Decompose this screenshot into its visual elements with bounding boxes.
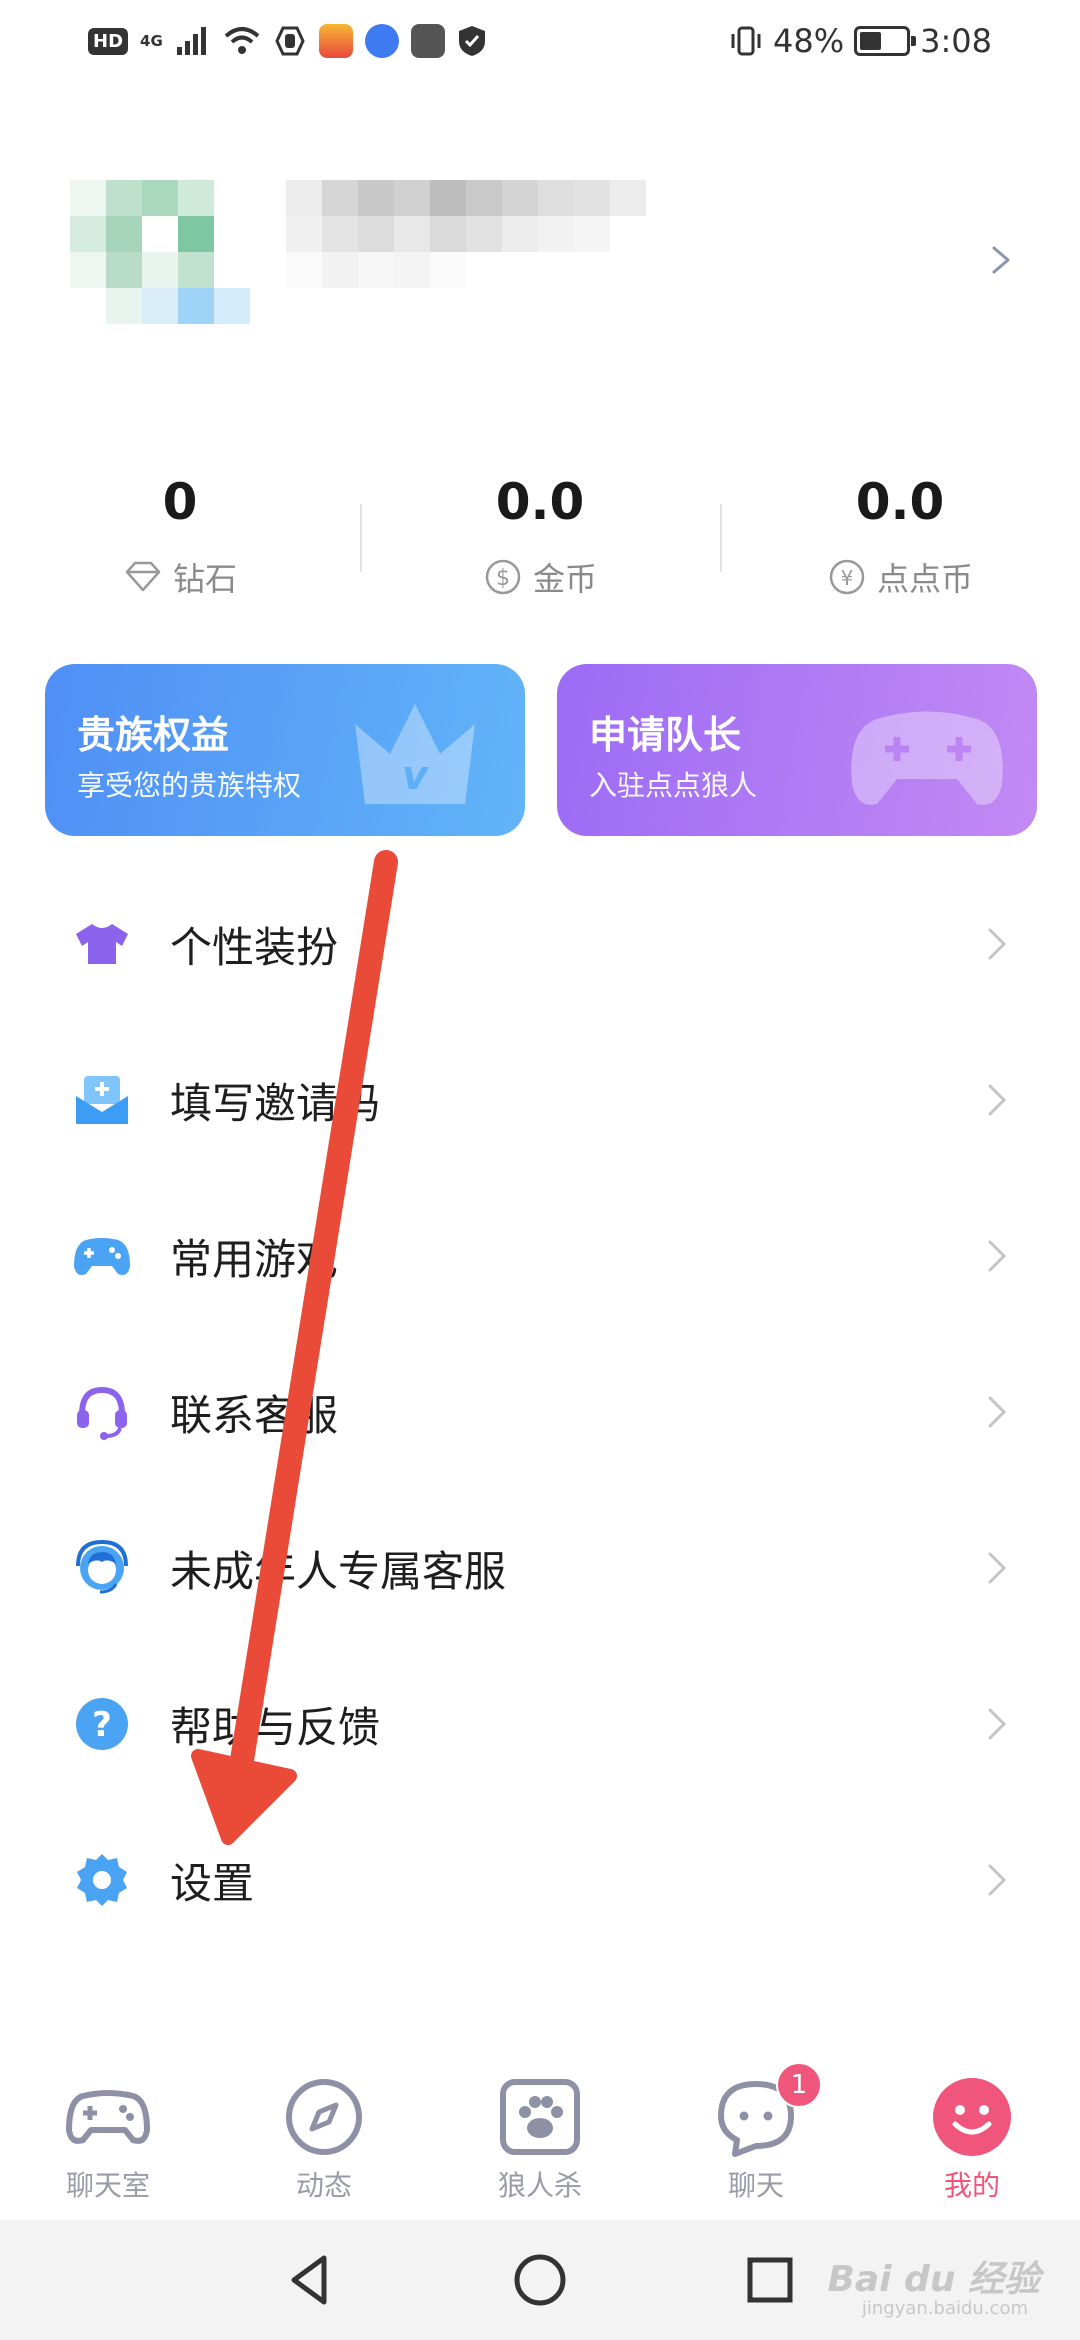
clock: 3:08 [920,22,992,60]
apply-captain-card[interactable]: 申请队长 入驻点点狼人 [557,664,1037,836]
battery-icon [854,26,917,56]
hand-icon [275,26,305,56]
vibrate-icon [731,26,761,56]
card-title: 申请队长 [589,713,742,757]
tab-me[interactable]: 我的 [864,2060,1080,2220]
gamepad-icon [851,711,1003,805]
system-navigation-bar: Bai du 经验 jingyan.baidu.com [0,2220,1080,2340]
svg-text:¥: ¥ [841,566,854,590]
menu-label: 常用游戏 [170,1234,339,1284]
battery-level [860,32,882,50]
menu-label: 帮助与反馈 [170,1702,381,1752]
stat-gold[interactable]: 0.0 $ 金币 [360,470,720,620]
home-icon[interactable] [508,2248,572,2312]
stat-label: 钻石 [172,560,237,598]
menu-label: 设置 [170,1858,255,1908]
chevron-right-icon [988,1708,1007,1740]
blurred-profile-avatar-and-name [70,180,646,324]
chevron-right-icon [988,1240,1007,1272]
menu-label: 未成年人专属客服 [170,1546,507,1596]
svg-text:?: ? [92,1705,112,1745]
tab-label: 动态 [295,2169,352,2202]
stat-value: 0.0 [855,473,945,531]
paw-icon [500,2079,580,2155]
status-right: 48% 3:08 [729,18,992,64]
menu-item-dressup[interactable]: 个性装扮 [0,866,1080,1022]
menu-label: 填写邀请码 [170,1078,381,1128]
card-title: 贵族权益 [77,713,230,757]
settings-gear-icon [77,1854,127,1906]
hd-badge: HD [88,27,129,55]
gamepad-outline-icon [66,2090,150,2144]
chevron-right-icon[interactable] [986,245,1016,275]
dollar-coin-icon: $ [485,559,521,595]
baidu-watermark-url: jingyan.baidu.com [861,2298,1028,2319]
stat-label: 点点币 [876,560,973,598]
noble-privileges-card[interactable]: v 贵族权益 享受您的贵族特权 [45,664,525,836]
tab-chat[interactable]: 1 聊天 [648,2060,864,2220]
stat-diamond[interactable]: 0 钻石 [0,470,360,620]
chevron-right-icon [988,1864,1007,1896]
settings-menu: 个性装扮 填写邀请码 常用游戏 联系客服 未成年人专属客服 ? 帮助与反馈 设置 [0,866,1080,1958]
network-type: 4G [140,31,163,50]
back-icon[interactable] [278,2248,342,2312]
app-notification-icon [318,24,353,58]
headset-icon [77,1386,127,1440]
menu-label: 联系客服 [170,1390,339,1440]
bottom-tab-bar: 聊天室 动态 狼人杀 1 聊天 我的 [0,2060,1080,2220]
menu-item-invite-code[interactable]: 填写邀请码 [0,1022,1080,1178]
chevron-right-icon [988,1084,1007,1116]
stat-value: 0.0 [495,473,585,531]
menu-item-settings[interactable]: 设置 [0,1802,1080,1958]
gamepad-icon [74,1238,130,1275]
menu-item-contact-support[interactable]: 联系客服 [0,1334,1080,1490]
crown-icon: v [355,704,475,804]
yuan-coin-icon: ¥ [829,559,865,595]
invite-envelope-icon [76,1076,128,1124]
support-agent-icon [76,1539,128,1594]
tab-feed[interactable]: 动态 [216,2060,432,2220]
help-icon: ? [76,1698,128,1750]
menu-item-minor-support[interactable]: 未成年人专属客服 [0,1490,1080,1646]
card-subtitle: 入驻点点狼人 [589,769,758,802]
tab-label: 我的 [943,2169,1000,2202]
status-left: HD 4G [88,20,487,62]
unread-badge: 1 [776,2062,822,2108]
compass-icon [286,2079,362,2155]
stat-label: 金币 [532,560,597,598]
chevron-right-icon [988,1552,1007,1584]
status-bar: HD 4G 48% 3:08 [0,0,1080,82]
signal-icon [176,27,206,55]
diamond-icon [125,561,161,592]
tab-label: 聊天室 [65,2169,150,2202]
baidu-watermark: Bai du 经验 [827,2259,1040,2300]
menu-item-games[interactable]: 常用游戏 [0,1178,1080,1334]
shield-icon [458,26,485,56]
tab-label: 聊天 [727,2169,784,2202]
smiley-icon [933,2078,1011,2156]
card-subtitle: 享受您的贵族特权 [77,769,302,802]
menu-item-help-feedback[interactable]: ? 帮助与反馈 [0,1646,1080,1802]
wifi-icon [224,27,260,54]
chevron-right-icon [988,1396,1007,1428]
stat-dotcoin[interactable]: 0.0 ¥ 点点币 [720,470,1080,620]
menu-label: 个性装扮 [170,922,339,972]
recents-icon[interactable] [738,2248,802,2312]
tab-label: 狼人杀 [497,2169,582,2202]
svg-text:$: $ [496,566,510,591]
huawei-notification-icon [410,24,445,58]
tab-werewolf[interactable]: 狼人杀 [432,2060,648,2220]
music-notification-icon [364,24,399,58]
tab-chatroom[interactable]: 聊天室 [0,2060,216,2220]
stat-value: 0 [162,473,198,531]
tshirt-icon [76,924,128,964]
profile-header[interactable] [0,150,1080,410]
chevron-right-icon [988,928,1007,960]
wallet-stats: 0 钻石 0.0 $ 金币 0.0 ¥ 点点币 [0,470,1080,620]
svg-text:v: v [402,753,430,799]
battery-percent: 48% [773,22,845,60]
